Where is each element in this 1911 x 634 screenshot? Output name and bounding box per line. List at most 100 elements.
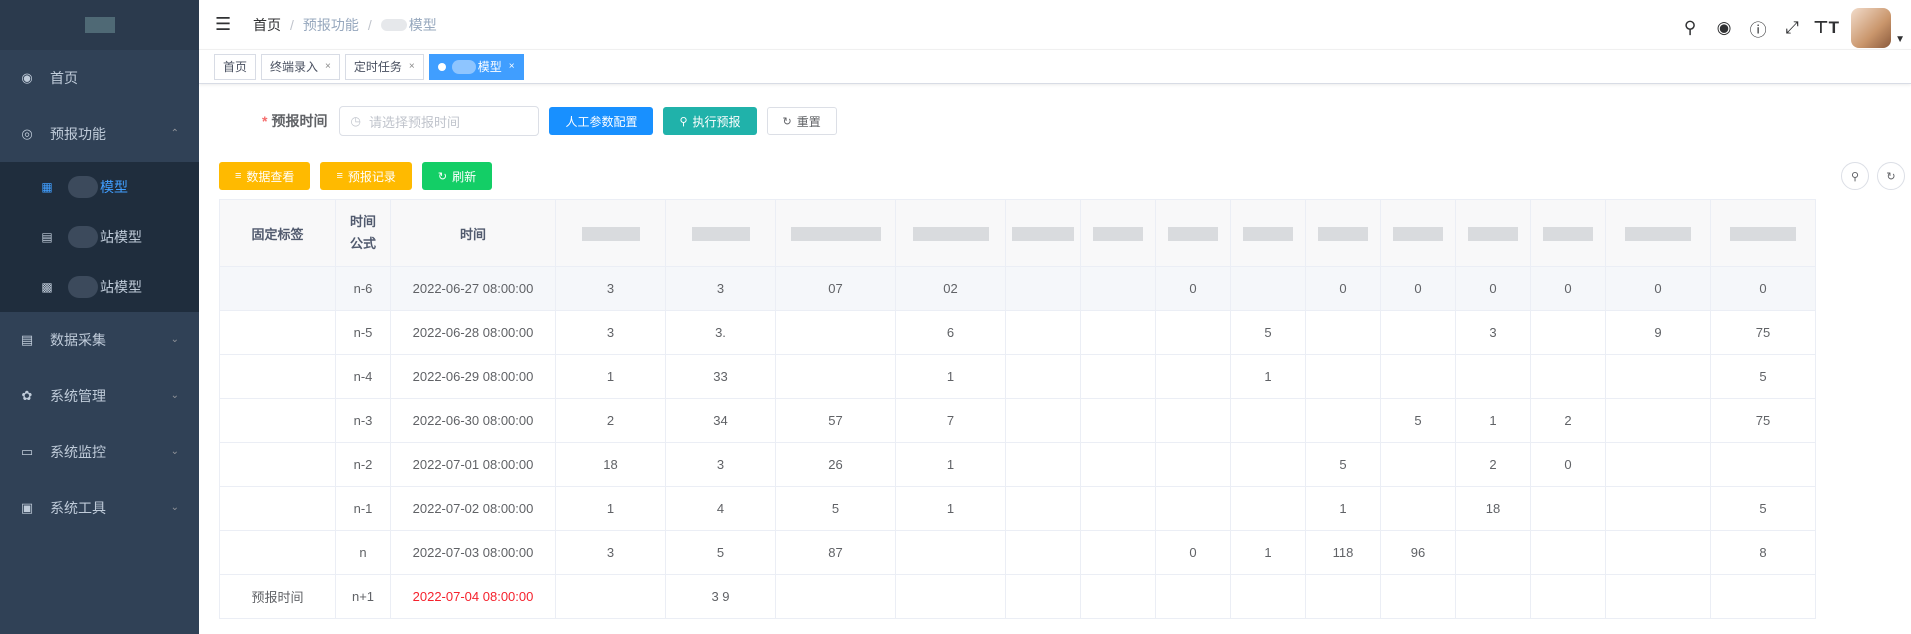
- table-header-row: 固定标签 时间 公式 时间: [219, 199, 1816, 267]
- cell-value: 6: [895, 310, 1006, 355]
- font-size-icon[interactable]: ⊤T: [1809, 11, 1843, 45]
- cell-time-formula: n-5: [335, 310, 391, 355]
- sidebar-item-label: 系统监控: [50, 444, 106, 460]
- header-redacted: [775, 199, 896, 267]
- cell-value: 3: [555, 310, 666, 355]
- breadcrumb-home[interactable]: 首页: [253, 15, 281, 35]
- cell-value: 26: [775, 442, 896, 487]
- search-form: * 预报时间 ◷ 请选择预报时间 人工参数配置 ⚲ 执行预报 ↻ 重置: [262, 106, 837, 136]
- cell-fixed-label: [219, 398, 336, 443]
- tag-home[interactable]: 首页: [214, 53, 257, 80]
- sidebar-item-system-tools[interactable]: ▣ 系统工具 ⌄: [0, 480, 199, 536]
- sidebar: ◉ 首页 ◎ 预报功能 ⌃ ▦ 模型 ▤ 站模型 ▩ 站模型 ▤ 数据采集 ⌄ …: [0, 0, 199, 634]
- sidebar-item-label: 数据采集: [50, 332, 106, 348]
- cell-time-formula: n-3: [335, 398, 391, 443]
- cell-value: 1: [1305, 486, 1381, 531]
- refresh-table-button[interactable]: ↻: [1877, 162, 1905, 190]
- clock-icon: ◷: [350, 114, 361, 128]
- chevron-up-icon: ⌃: [170, 128, 179, 139]
- submenu-forecast: ▦ 模型 ▤ 站模型 ▩ 站模型: [0, 162, 199, 312]
- form-label-text: 预报时间: [271, 113, 328, 129]
- eye-icon: ◎: [21, 126, 33, 141]
- sidebar-subitem-station-model-2[interactable]: ▩ 站模型: [0, 262, 199, 312]
- cell-value: [555, 574, 666, 619]
- cell-value: 5: [1230, 310, 1306, 355]
- cell-time: 2022-07-01 08:00:00: [390, 442, 556, 487]
- cell-value: 5: [1380, 398, 1456, 443]
- sidebar-item-system-monitor[interactable]: ▭ 系统监控 ⌄: [0, 424, 199, 480]
- sidebar-item-label: 首页: [50, 70, 78, 86]
- cell-value: [1155, 398, 1231, 443]
- cell-value: 5: [1710, 354, 1816, 399]
- app-logo[interactable]: [0, 0, 199, 50]
- breadcrumb: 首页 / 预报功能 / 模型: [253, 15, 437, 35]
- toggle-search-button[interactable]: ⚲: [1841, 162, 1869, 190]
- avatar[interactable]: [1851, 8, 1892, 48]
- chevron-down-icon: ⌄: [170, 334, 179, 345]
- fullscreen-icon[interactable]: ⤢: [1775, 11, 1809, 45]
- date-placeholder: 请选择预报时间: [368, 114, 460, 130]
- required-mark: *: [262, 113, 268, 129]
- table-row: n-5 2022-06-28 08:00:00 3 3. 6 5 3 9 75: [219, 310, 1816, 355]
- cell-value: 2: [1530, 398, 1606, 443]
- table-row: n-1 2022-07-02 08:00:00 1 4 5 1 1 18 5: [219, 486, 1816, 531]
- cell-value: [1380, 310, 1456, 355]
- cell-value: [1005, 398, 1081, 443]
- close-icon[interactable]: ×: [325, 61, 331, 72]
- cell-time: 2022-06-27 08:00:00: [390, 266, 556, 311]
- cell-value: 0: [1530, 266, 1606, 311]
- cell-value: 1: [895, 486, 1006, 531]
- button-label: 刷新: [452, 169, 477, 184]
- cell-value: 0: [1380, 266, 1456, 311]
- cell-value: [1605, 398, 1711, 443]
- cell-value: [1530, 574, 1606, 619]
- cell-value: [1005, 442, 1081, 487]
- hamburger-icon[interactable]: ☰: [215, 14, 239, 35]
- chevron-down-icon: ⌄: [170, 446, 179, 457]
- refresh-button[interactable]: ↻ 刷新: [421, 162, 493, 190]
- tag-model[interactable]: 模型 ×: [428, 53, 524, 80]
- cell-value: 96: [1380, 530, 1456, 575]
- cell-value: 3: [665, 442, 776, 487]
- data-view-button[interactable]: ≡ 数据查看: [219, 162, 311, 190]
- cell-value: [1605, 530, 1711, 575]
- cell-value: [1080, 310, 1156, 355]
- cell-value: [1005, 354, 1081, 399]
- header-time-formula: 时间 公式: [335, 199, 391, 267]
- header-redacted: [1710, 199, 1816, 267]
- run-forecast-button[interactable]: ⚲ 执行预报: [663, 107, 757, 135]
- tag-scheduled-task[interactable]: 定时任务 ×: [344, 53, 424, 80]
- cell-value: [775, 574, 896, 619]
- cell-value: 3: [665, 266, 776, 311]
- breadcrumb-section[interactable]: 预报功能: [303, 15, 359, 35]
- sidebar-subitem-label: 模型: [100, 179, 128, 195]
- sidebar-item-system-management[interactable]: ✿ 系统管理 ⌄: [0, 368, 199, 424]
- button-label: 数据查看: [246, 169, 295, 184]
- close-icon[interactable]: ×: [509, 61, 515, 72]
- button-label: 预报记录: [347, 169, 396, 184]
- sidebar-subitem-label: 站模型: [100, 229, 142, 245]
- reset-button[interactable]: ↻ 重置: [766, 107, 837, 135]
- cell-time: 2022-06-30 08:00:00: [390, 398, 556, 443]
- tag-terminal-entry[interactable]: 终端录入 ×: [261, 53, 340, 80]
- sidebar-subitem-model[interactable]: ▦ 模型: [0, 162, 199, 212]
- logo-image: [84, 17, 115, 33]
- github-icon[interactable]: ◉: [1707, 11, 1741, 45]
- cell-value: [1455, 354, 1531, 399]
- sidebar-item-data-collection[interactable]: ▤ 数据采集 ⌄: [0, 312, 199, 368]
- forecast-records-button[interactable]: ≡ 预报记录: [320, 162, 412, 190]
- table-row: 预报时间 n+1 2022-07-04 08:00:00 3 9: [219, 574, 1816, 619]
- cell-fixed-label: [219, 266, 336, 311]
- sidebar-subitem-station-model-1[interactable]: ▤ 站模型: [0, 212, 199, 262]
- cell-value: 1: [1230, 530, 1306, 575]
- search-icon[interactable]: ⚲: [1673, 11, 1707, 45]
- sliders-icon: ≡: [235, 170, 242, 182]
- help-icon[interactable]: ⓘ: [1741, 11, 1775, 45]
- sidebar-item-forecast[interactable]: ◎ 预报功能 ⌃: [0, 106, 199, 162]
- sidebar-item-home[interactable]: ◉ 首页: [0, 50, 199, 106]
- manual-config-button[interactable]: 人工参数配置: [549, 107, 654, 135]
- redacted-text: [68, 276, 98, 298]
- caret-down-icon[interactable]: ▼: [1895, 34, 1905, 45]
- forecast-time-picker[interactable]: ◷ 请选择预报时间: [339, 106, 540, 136]
- close-icon[interactable]: ×: [409, 61, 415, 72]
